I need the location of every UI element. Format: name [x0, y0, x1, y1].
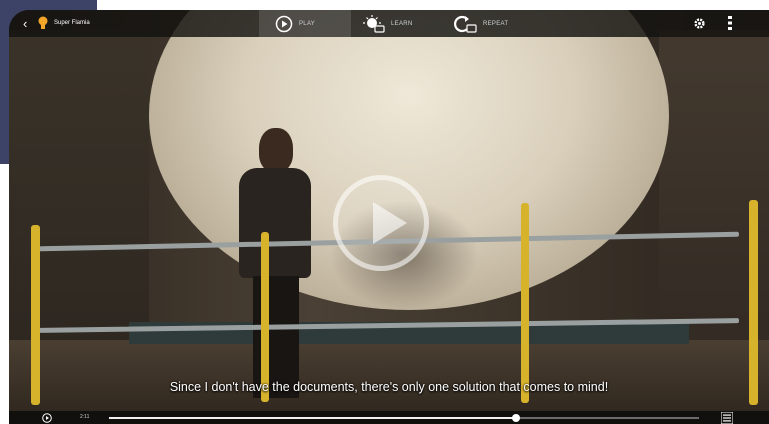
subtitle-text: Since I don't have the documents, there'…	[169, 380, 609, 394]
person-body	[239, 168, 311, 278]
play-circle-icon	[275, 15, 293, 32]
playback-controls: 2:11	[9, 411, 769, 424]
subtitle-list-icon[interactable]	[721, 412, 733, 424]
railing-post	[521, 203, 529, 403]
railing-post	[261, 232, 269, 402]
person-head	[259, 128, 293, 172]
tab-learn[interactable]: LEARN	[351, 10, 443, 37]
video-player[interactable]: ‹ Super Flamia PLAY LEARN REPEAT Since I…	[9, 10, 769, 424]
show-title: Super Flamia	[54, 20, 90, 26]
progress-track[interactable]	[109, 414, 699, 422]
current-time: 2:11	[80, 414, 90, 420]
tab-play[interactable]: PLAY	[259, 10, 351, 37]
repeat-icon	[454, 15, 477, 33]
chevron-left-icon[interactable]: ‹	[23, 15, 27, 32]
progress-handle[interactable]	[512, 414, 521, 422]
gear-icon[interactable]	[693, 17, 706, 30]
tab-play-label: PLAY	[299, 20, 316, 27]
railing-post	[31, 225, 40, 405]
more-vertical-icon[interactable]	[727, 15, 733, 31]
tab-repeat-label: REPEAT	[483, 20, 509, 27]
tab-repeat[interactable]: REPEAT	[443, 10, 543, 37]
railing-post	[749, 200, 758, 405]
top-bar: ‹ Super Flamia PLAY LEARN REPEAT	[9, 10, 769, 37]
learn-icon	[363, 14, 385, 33]
tab-learn-label: LEARN	[391, 20, 413, 27]
scene-person	[231, 128, 323, 398]
play-circle-icon[interactable]	[42, 413, 52, 423]
lightbulb-logo-icon	[38, 16, 48, 29]
play-icon	[373, 202, 407, 244]
progress-fill	[109, 417, 517, 419]
center-play-button[interactable]	[333, 175, 429, 271]
